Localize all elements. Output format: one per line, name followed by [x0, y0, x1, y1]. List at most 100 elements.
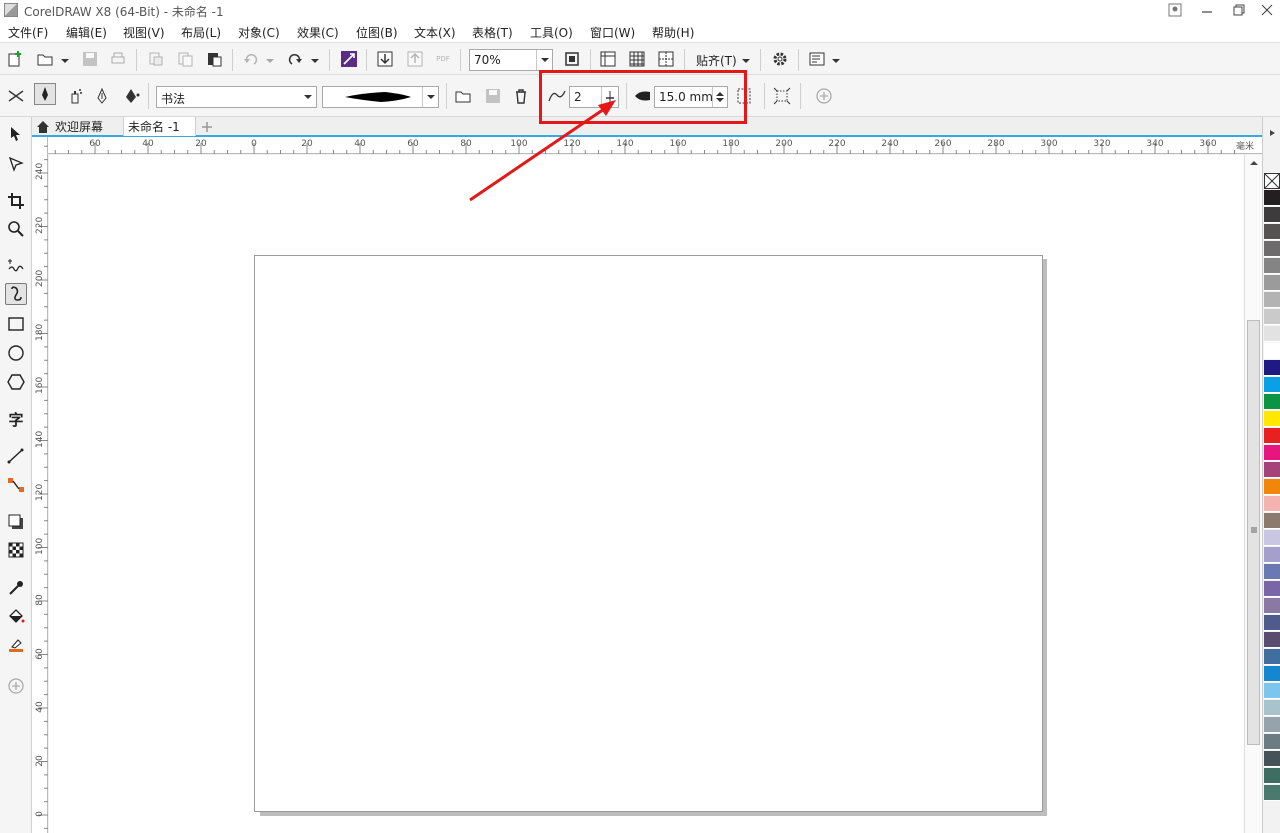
color-swatch[interactable]: [1264, 411, 1280, 427]
text-tool-icon[interactable]: 字: [5, 408, 27, 430]
color-swatch[interactable]: [1264, 428, 1280, 444]
menu-edit[interactable]: 编辑(E): [66, 24, 107, 41]
cut-icon[interactable]: [145, 48, 167, 70]
redo-icon[interactable]: [284, 48, 306, 70]
menu-window[interactable]: 窗口(W): [590, 24, 635, 41]
copy-icon[interactable]: [174, 48, 196, 70]
calligraphy-mode-icon[interactable]: [91, 85, 113, 107]
tab-untitled-1[interactable]: 未命名 -1: [123, 117, 196, 136]
color-swatch[interactable]: [1264, 683, 1280, 699]
color-swatch[interactable]: [1264, 343, 1280, 359]
menu-file[interactable]: 文件(F): [8, 24, 48, 41]
menu-layout[interactable]: 布局(L): [181, 24, 221, 41]
new-document-icon[interactable]: [4, 48, 26, 70]
color-swatch[interactable]: [1264, 309, 1280, 325]
chevron-down-icon[interactable]: [422, 87, 438, 107]
chevron-down-icon[interactable]: [536, 50, 552, 70]
print-icon[interactable]: [107, 48, 129, 70]
color-swatch[interactable]: [1264, 785, 1280, 801]
chevron-down-icon[interactable]: [300, 87, 316, 107]
corel-connect-icon[interactable]: [338, 48, 360, 70]
minimize-button[interactable]: [1192, 0, 1222, 20]
undo-icon[interactable]: [240, 48, 262, 70]
interactive-fill-tool-icon[interactable]: [5, 606, 27, 628]
color-swatch[interactable]: [1264, 292, 1280, 308]
full-screen-icon[interactable]: [561, 48, 583, 70]
smart-fill-tool-icon[interactable]: [5, 634, 27, 656]
show-guidelines-icon[interactable]: [655, 48, 677, 70]
chevron-down-icon[interactable]: [832, 57, 840, 65]
color-swatch[interactable]: [1264, 190, 1280, 206]
menu-text[interactable]: 文本(X): [414, 24, 456, 41]
pdf-export-icon[interactable]: PDF: [432, 48, 454, 70]
preset-artistic-media-icon[interactable]: [5, 85, 27, 107]
expression-mode-icon[interactable]: [120, 85, 142, 107]
color-swatch[interactable]: [1264, 224, 1280, 240]
color-swatch[interactable]: [1264, 615, 1280, 631]
pick-tool-icon[interactable]: [5, 123, 27, 145]
color-swatch[interactable]: [1264, 360, 1280, 376]
transparency-tool-icon[interactable]: [5, 539, 27, 561]
artistic-media-tool-icon[interactable]: [5, 283, 27, 305]
show-grid-icon[interactable]: [626, 48, 648, 70]
color-swatch[interactable]: [1264, 717, 1280, 733]
color-swatch[interactable]: [1264, 581, 1280, 597]
menu-help[interactable]: 帮助(H): [652, 24, 694, 41]
color-swatch[interactable]: [1264, 632, 1280, 648]
polygon-tool-icon[interactable]: [5, 371, 27, 393]
color-swatch[interactable]: [1264, 394, 1280, 410]
drawing-page[interactable]: [254, 255, 1043, 812]
menu-view[interactable]: 视图(V): [123, 24, 165, 41]
account-icon[interactable]: [1160, 0, 1190, 20]
export-icon[interactable]: [404, 48, 426, 70]
color-swatch[interactable]: [1264, 377, 1280, 393]
color-swatch[interactable]: [1264, 700, 1280, 716]
menu-effects[interactable]: 效果(C): [297, 24, 339, 41]
palette-scroll-up-icon[interactable]: [1268, 129, 1276, 137]
color-swatch[interactable]: [1264, 241, 1280, 257]
drop-shadow-tool-icon[interactable]: [5, 511, 27, 533]
menu-object[interactable]: 对象(C): [238, 24, 280, 41]
chevron-down-icon[interactable]: [266, 57, 274, 65]
color-swatch[interactable]: [1264, 751, 1280, 767]
close-button[interactable]: [1252, 0, 1280, 20]
ellipse-tool-icon[interactable]: [5, 342, 27, 364]
color-swatch[interactable]: [1264, 666, 1280, 682]
menu-tools[interactable]: 工具(O): [530, 24, 573, 41]
crop-tool-icon[interactable]: [5, 190, 27, 212]
brush-mode-icon[interactable]: [34, 83, 56, 105]
color-swatch[interactable]: [1264, 462, 1280, 478]
color-swatch[interactable]: [1264, 530, 1280, 546]
menu-table[interactable]: 表格(T): [472, 24, 513, 41]
add-icon[interactable]: [813, 85, 835, 107]
preset-style-combo[interactable]: 书法: [156, 86, 317, 108]
show-rulers-icon[interactable]: [597, 48, 619, 70]
menu-bitmaps[interactable]: 位图(B): [356, 24, 398, 41]
shape-tool-icon[interactable]: [5, 153, 27, 175]
gear-icon[interactable]: [769, 48, 791, 70]
color-swatch[interactable]: [1264, 275, 1280, 291]
import-icon[interactable]: [374, 48, 396, 70]
application-launcher-icon[interactable]: [806, 48, 828, 70]
scroll-up-icon[interactable]: [1249, 159, 1259, 167]
rectangle-tool-icon[interactable]: [5, 313, 27, 335]
save-icon[interactable]: [79, 48, 101, 70]
no-color-swatch[interactable]: [1264, 173, 1280, 189]
zoom-tool-icon[interactable]: [5, 218, 27, 240]
color-swatch[interactable]: [1264, 496, 1280, 512]
eyedropper-tool-icon[interactable]: [5, 577, 27, 599]
zoom-level-combo[interactable]: 70%: [469, 49, 553, 71]
horizontal-ruler[interactable]: 毫米 60 40 20 0 20 40 60 80 100 120 140 160 180 200 220 2…: [48, 137, 1262, 154]
color-swatch[interactable]: [1264, 326, 1280, 342]
sprayer-mode-icon[interactable]: [64, 85, 86, 107]
vertical-ruler[interactable]: 240 220 200 180 160 140 120 100 80 60 40 20 0: [32, 137, 48, 833]
color-swatch[interactable]: [1264, 513, 1280, 529]
color-swatch[interactable]: [1264, 649, 1280, 665]
connector-tool-icon[interactable]: [5, 474, 27, 496]
chevron-down-icon[interactable]: [742, 57, 750, 65]
color-swatch[interactable]: [1264, 207, 1280, 223]
tab-welcome-screen[interactable]: 欢迎屏幕: [36, 117, 122, 136]
snap-to-menu[interactable]: 贴齐(T): [696, 52, 737, 69]
color-swatch[interactable]: [1264, 445, 1280, 461]
paste-icon[interactable]: [203, 48, 225, 70]
